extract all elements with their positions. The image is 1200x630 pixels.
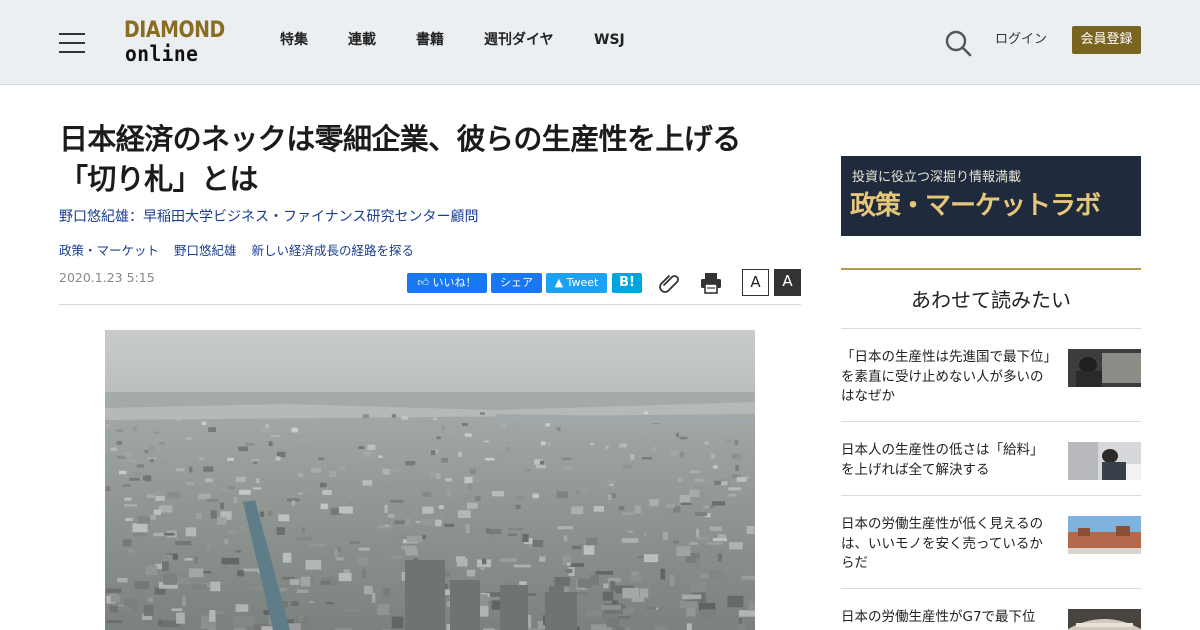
divider xyxy=(841,421,1141,422)
tag-series[interactable]: 新しい経済成長の経路を探る xyxy=(252,243,415,258)
tag-list: 政策・マーケット 野口悠紀雄 新しい経済成長の経路を探る xyxy=(59,242,425,260)
font-size-large-button[interactable]: A xyxy=(774,269,801,296)
related-thumb-1[interactable] xyxy=(1068,349,1141,387)
publish-date: 2020.1.23 5:15 xyxy=(59,270,155,285)
facebook-like-button[interactable]: 👍︎ いいね！ xyxy=(407,273,487,293)
related-article-2[interactable]: 日本人の生産性の低さは「給料」を上げれば全て解決する xyxy=(841,441,1051,480)
policy-market-lab-banner[interactable]: 投資に役立つ深掘り情報満載 政策・マーケットラボ xyxy=(841,156,1141,236)
nav-feature[interactable]: 特集 xyxy=(280,31,308,49)
related-article-3[interactable]: 日本の労働生産性が低く見えるのは、いいモノを安く売っているからだ xyxy=(841,515,1051,574)
banner-subtitle: 投資に役立つ深掘り情報満載 xyxy=(852,170,1022,185)
print-icon[interactable] xyxy=(699,271,723,295)
nav-weekly-diamond[interactable]: 週刊ダイヤ xyxy=(484,31,554,49)
hatena-bookmark-button[interactable]: B! xyxy=(612,273,642,293)
related-thumb-3[interactable] xyxy=(1068,516,1141,554)
login-link[interactable]: ログイン xyxy=(995,31,1047,49)
logo-diamond: DIAMOND xyxy=(124,18,225,43)
divider xyxy=(841,588,1141,589)
banner-title: 政策・マーケットラボ xyxy=(850,191,1101,221)
related-article-4[interactable]: 日本の労働生産性がG7で最下位 xyxy=(841,608,1051,628)
logo-online: online xyxy=(125,42,199,66)
font-size-small-button[interactable]: A xyxy=(742,269,769,296)
like-label: いいね！ xyxy=(432,276,477,289)
clip-icon[interactable] xyxy=(658,271,682,295)
divider xyxy=(59,304,801,305)
article-title-line1: 日本経済のネックは零細企業、彼らの生産性を上げる xyxy=(59,122,741,156)
related-thumb-4[interactable] xyxy=(1068,609,1141,630)
related-article-1[interactable]: 「日本の生産性は先進国で最下位」を素直に受け止めない人が多いのはなぜか xyxy=(841,348,1051,407)
author-link[interactable]: 野口悠紀雄：早稲田大学ビジネス・ファイナンス研究センター顧問 xyxy=(59,207,478,227)
sidebar-rule xyxy=(841,268,1141,270)
register-button[interactable]: 会員登録 xyxy=(1072,26,1141,54)
site-header: DIAMOND online 特集 連載 書籍 週刊ダイヤ WSJ ログイン 会… xyxy=(0,0,1200,85)
twitter-bird-icon: ▲ xyxy=(554,276,567,289)
site-logo[interactable]: DIAMOND online xyxy=(124,20,228,66)
related-thumb-2[interactable] xyxy=(1068,442,1141,480)
article-title: 日本経済のネックは零細企業、彼らの生産性を上げる 「切り札」とは xyxy=(59,119,809,199)
article-main-image xyxy=(105,330,755,630)
facebook-share-button[interactable]: シェア xyxy=(491,273,542,293)
tweet-label: Tweet xyxy=(566,276,599,289)
search-icon[interactable] xyxy=(944,29,972,57)
tag-policy-market[interactable]: 政策・マーケット xyxy=(59,243,159,258)
nav-wsj[interactable]: WSJ xyxy=(594,31,625,49)
nav-books[interactable]: 書籍 xyxy=(416,31,444,49)
article-title-line2: 「切り札」とは xyxy=(59,162,258,196)
tag-author[interactable]: 野口悠紀雄 xyxy=(174,243,237,258)
menu-icon[interactable] xyxy=(59,31,85,53)
divider xyxy=(841,495,1141,496)
thumbs-up-icon: 👍︎ xyxy=(417,276,433,289)
related-heading: あわせて読みたい xyxy=(911,288,1071,312)
nav-series[interactable]: 連載 xyxy=(348,31,376,49)
tweet-button[interactable]: ▲ Tweet xyxy=(546,273,607,293)
divider xyxy=(841,328,1141,329)
